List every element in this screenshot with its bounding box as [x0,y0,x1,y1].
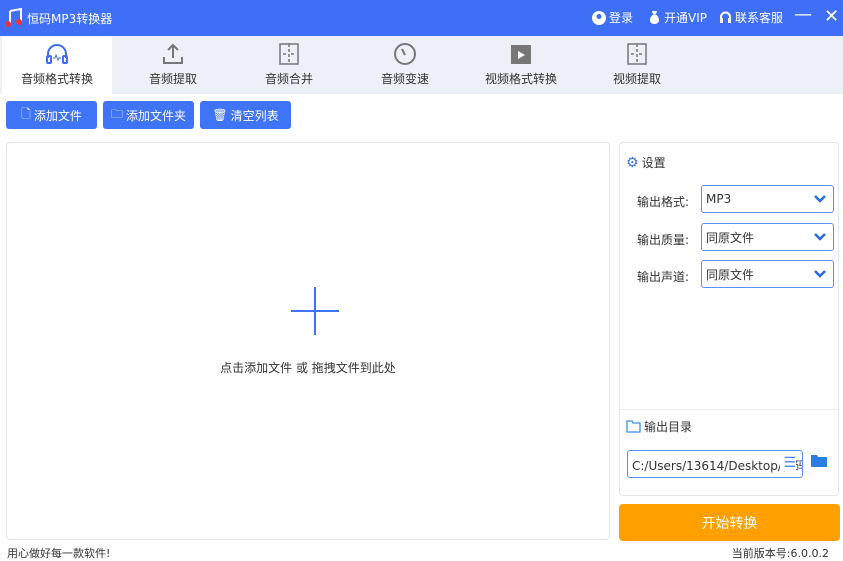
video-clapper-icon [511,45,531,64]
clear-list-button[interactable]: 🗑 清空列表 [200,101,291,129]
headphones-icon [46,44,68,64]
tab-audio-extract[interactable]: 音频提取 [118,36,228,94]
channel-value: 同原文件 [706,267,755,282]
headset-icon [720,11,731,23]
minimize-button[interactable]: — [794,4,812,25]
add-file-button[interactable]: 🗋 添加文件 [6,101,97,129]
upload-icon [163,43,183,64]
output-path-value: C:/Users/13614/Desktop/恒码MP3转换器 [632,459,802,473]
trash-icon: 🗑 [212,108,228,122]
format-label: 输出格式: [637,195,690,209]
settings-title: 设置 [641,156,666,170]
add-folder-label: 添加文件夹 [126,108,187,123]
tab-label: 音频变速 [380,72,429,86]
close-button[interactable]: ✕ [824,6,839,27]
support-link[interactable]: 联系客服 [719,9,783,26]
output-dir-label: 输出目录 [644,420,693,434]
channel-label: 输出声道: [637,270,690,284]
add-folder-button[interactable]: 🗀 添加文件夹 [103,101,194,129]
add-file-label: 添加文件 [33,108,82,123]
start-convert-button[interactable]: 开始转换 [619,504,840,541]
chevron-down-icon [814,195,826,203]
tab-label: 音频合并 [264,72,313,86]
tab-label: 音频格式转换 [20,72,93,86]
folder-add-icon: 🗀 [110,106,123,121]
channel-select[interactable]: 同原文件 [701,260,834,288]
divider [620,409,838,410]
clear-list-label: 清空列表 [230,108,279,123]
tab-audio-format-convert[interactable]: 音频格式转换 [2,36,112,94]
tab-bar: 音频格式转换 音频提取 音频合并 音频变速 视频格式转换 视频提取 [0,36,843,94]
format-select[interactable]: MP3 [701,185,834,213]
tab-label: 视频提取 [612,72,661,86]
tab-audio-speed[interactable]: 音频变速 [350,36,460,94]
format-value: MP3 [706,192,732,206]
file-drop-zone[interactable]: 点击添加文件 或 拖拽文件到此处 [6,142,610,540]
login-label: 登录 [609,11,634,25]
drop-hint: 点击添加文件 或 拖拽文件到此处 [220,361,396,375]
app-title: 恒码MP3转换器 [27,12,113,26]
user-icon [592,10,606,25]
quality-value: 同原文件 [706,230,755,245]
output-path-input[interactable]: C:/Users/13614/Desktop/恒码MP3转换器☰ [627,450,803,478]
slogan: 用心做好每一款软件! [7,547,111,560]
vip-link[interactable]: 开通VIP [648,9,707,26]
title-bar: 恒码MP3转换器 登录 开通VIP 联系客服 — ✕ [0,0,843,36]
login-link[interactable]: 登录 [592,9,633,26]
chevron-down-icon [814,233,826,241]
extract-icon [627,43,647,65]
folder-icon [626,420,641,433]
tab-video-format-convert[interactable]: 视频格式转换 [466,36,576,94]
support-label: 联系客服 [735,11,784,25]
tab-audio-merge[interactable]: 音频合并 [234,36,344,94]
chevron-down-icon [814,270,826,278]
version-label: 当前版本号:6.0.0.2 [731,547,829,560]
gear-icon: ⚙ [626,154,639,171]
music-note-logo-icon [5,8,22,27]
merge-icon [279,43,299,65]
tab-video-extract[interactable]: 视频提取 [582,36,692,94]
settings-panel: ⚙ 设置 输出格式: MP3 输出质量: 同原文件 输出声道: 同原文件 输出目录… [619,142,839,496]
speedometer-icon [394,43,416,65]
plus-icon-vertical [314,287,316,335]
quality-select[interactable]: 同原文件 [701,223,834,251]
tab-label: 视频格式转换 [484,72,557,86]
file-add-icon: 🗋 [21,106,31,121]
list-icon[interactable]: ☰ [780,455,796,471]
money-bag-icon [649,11,660,24]
quality-label: 输出质量: [637,233,690,247]
vip-label: 开通VIP [664,11,707,25]
tab-label: 音频提取 [148,72,197,86]
open-folder-icon[interactable] [811,454,827,467]
